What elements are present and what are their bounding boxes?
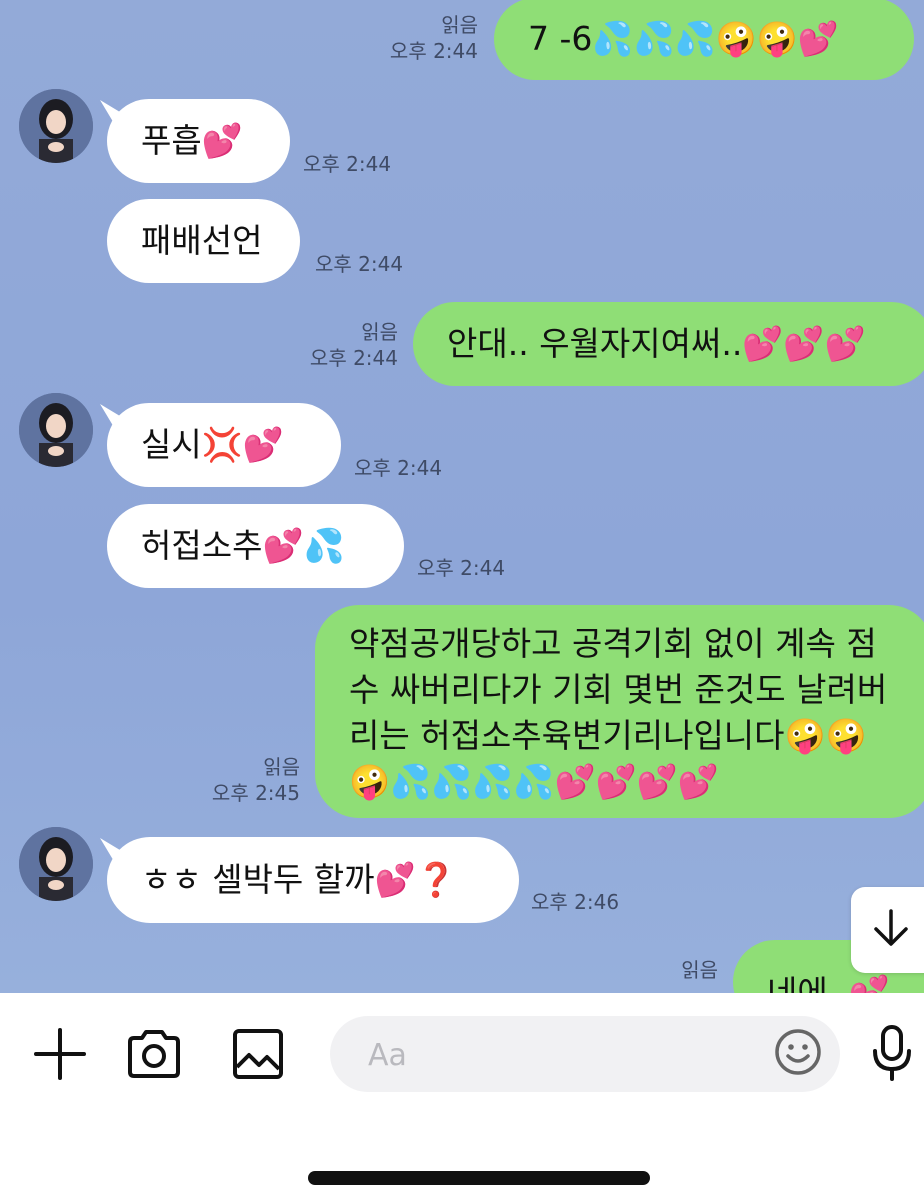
outgoing-message-bubble[interactable]: 안대.. 우월자지여써..💕💕💕 (413, 302, 924, 386)
incoming-message-bubble[interactable]: 푸흡💕 (107, 99, 290, 183)
read-receipt: 읽음 (263, 755, 300, 779)
message-input-placeholder: Aa (368, 1038, 407, 1073)
incoming-message-bubble[interactable]: 허접소추💕💦 (107, 504, 404, 588)
contact-avatar[interactable] (19, 393, 93, 467)
message-line: 약점공개당하고 공격기회 없이 계속 점 (349, 624, 877, 663)
gallery-button[interactable] (228, 1026, 288, 1086)
message-text: 7 -6💦💦💦🤪🤪💕 (528, 19, 839, 58)
message-time: 오후 2:44 (354, 456, 443, 480)
message-meta: 읽음 오후 2:45 (182, 754, 300, 806)
composer-bar: Aa (0, 993, 924, 1200)
smiley-icon (773, 1027, 823, 1081)
incoming-message-bubble[interactable]: 실시💢💕 (107, 403, 341, 487)
message-text: 패배선언 (141, 221, 263, 260)
message-meta: 읽음 오후 2:44 (280, 319, 398, 371)
arrow-down-icon (870, 907, 912, 953)
message-text: 허접소추💕💦 (141, 526, 345, 565)
outgoing-message-bubble[interactable]: 약점공개당하고 공격기회 없이 계속 점 수 싸버리다가 기회 몇번 준것도 날… (315, 605, 924, 818)
message-time: 오후 2:46 (531, 890, 620, 914)
plus-icon (32, 1026, 88, 1086)
contact-avatar[interactable] (19, 827, 93, 901)
message-line: 수 싸버리다가 기회 몇번 준것도 날려버 (349, 670, 888, 709)
read-receipt: 읽음 (361, 320, 398, 344)
message-text: 실시💢💕 (141, 425, 284, 464)
message-time: 오후 2:45 (211, 781, 300, 805)
contact-avatar[interactable] (19, 89, 93, 163)
read-receipt: 읽음 (681, 958, 718, 982)
emoji-button[interactable] (770, 1026, 826, 1082)
read-receipt: 읽음 (441, 13, 478, 37)
scroll-to-bottom-button[interactable] (851, 887, 924, 973)
microphone-icon (869, 1023, 915, 1087)
camera-button[interactable] (124, 1026, 184, 1086)
voice-button[interactable] (864, 1023, 920, 1087)
message-text: ㅎㅎ 셀박두 할까💕❓ (141, 860, 457, 899)
incoming-message-bubble[interactable]: 패배선언 (107, 199, 300, 283)
message-time: 오후 2:44 (389, 39, 478, 63)
message-line: 🤪💦💦💦💦💕💕💕💕 (349, 762, 719, 801)
message-time: 오후 2:44 (303, 152, 392, 176)
message-meta: 읽음 (600, 957, 718, 983)
camera-icon (126, 1028, 182, 1084)
image-icon (231, 1027, 285, 1085)
message-text: 안대.. 우월자지여써..💕💕💕 (447, 324, 866, 363)
message-line: 리는 허접소추육변기리나입니다🤪🤪 (349, 716, 867, 755)
message-time: 오후 2:44 (315, 252, 404, 276)
outgoing-message-bubble[interactable]: 7 -6💦💦💦🤪🤪💕 (494, 0, 914, 80)
message-meta: 읽음 오후 2:44 (360, 12, 478, 64)
incoming-message-bubble[interactable]: ㅎㅎ 셀박두 할까💕❓ (107, 837, 519, 923)
message-time: 오후 2:44 (417, 556, 506, 580)
message-text: 푸흡💕 (141, 121, 243, 160)
add-button[interactable] (30, 1026, 90, 1086)
chat-area[interactable]: 읽음 오후 2:44 7 -6💦💦💦🤪🤪💕 푸흡💕 오후 2:44 패배선언 오… (0, 0, 924, 993)
home-indicator (308, 1171, 650, 1185)
message-time: 오후 2:44 (309, 346, 398, 370)
